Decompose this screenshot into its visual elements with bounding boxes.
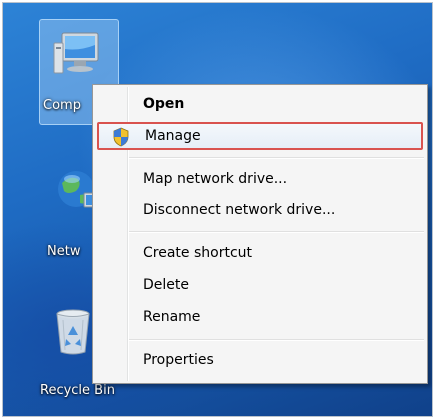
- desktop-icon-computer[interactable]: Comp: [33, 13, 123, 125]
- menu-item-label: Disconnect network drive...: [143, 202, 336, 218]
- menu-separator: [129, 157, 424, 159]
- menu-separator: [129, 339, 424, 341]
- menu-separator: [129, 231, 424, 233]
- menu-item-rename[interactable]: Rename: [95, 303, 425, 331]
- menu-item-label: Create shortcut: [143, 245, 253, 261]
- menu-item-label: Delete: [143, 277, 189, 293]
- menu-item-label: Rename: [143, 309, 201, 325]
- menu-item-properties[interactable]: Properties: [95, 346, 425, 374]
- menu-item-open[interactable]: Open: [95, 90, 425, 118]
- menu-item-label: Properties: [143, 352, 214, 368]
- menu-item-map-network-drive[interactable]: Map network drive...: [95, 165, 425, 193]
- menu-item-label: Map network drive...: [143, 171, 288, 187]
- uac-shield-icon: [112, 127, 130, 147]
- menu-item-manage[interactable]: Manage: [97, 122, 423, 150]
- menu-item-label: Manage: [145, 128, 201, 144]
- menu-item-create-shortcut[interactable]: Create shortcut: [95, 239, 425, 267]
- desktop[interactable]: Comp Netw Recycle Bin Open Manage Map ne…: [3, 3, 432, 416]
- menu-item-disconnect-network-drive[interactable]: Disconnect network drive...: [95, 196, 425, 224]
- menu-item-delete[interactable]: Delete: [95, 271, 425, 299]
- context-menu: Open Manage Map network drive... Disconn…: [92, 84, 428, 384]
- computer-icon: [52, 29, 104, 81]
- screenshot-frame: Comp Netw Recycle Bin Open Manage Map ne…: [2, 2, 433, 417]
- network-icon-label: Netw: [47, 244, 81, 259]
- menu-item-label: Open: [143, 96, 185, 112]
- computer-icon-label: Comp: [43, 98, 81, 113]
- recycle-bin-label: Recycle Bin: [40, 383, 115, 398]
